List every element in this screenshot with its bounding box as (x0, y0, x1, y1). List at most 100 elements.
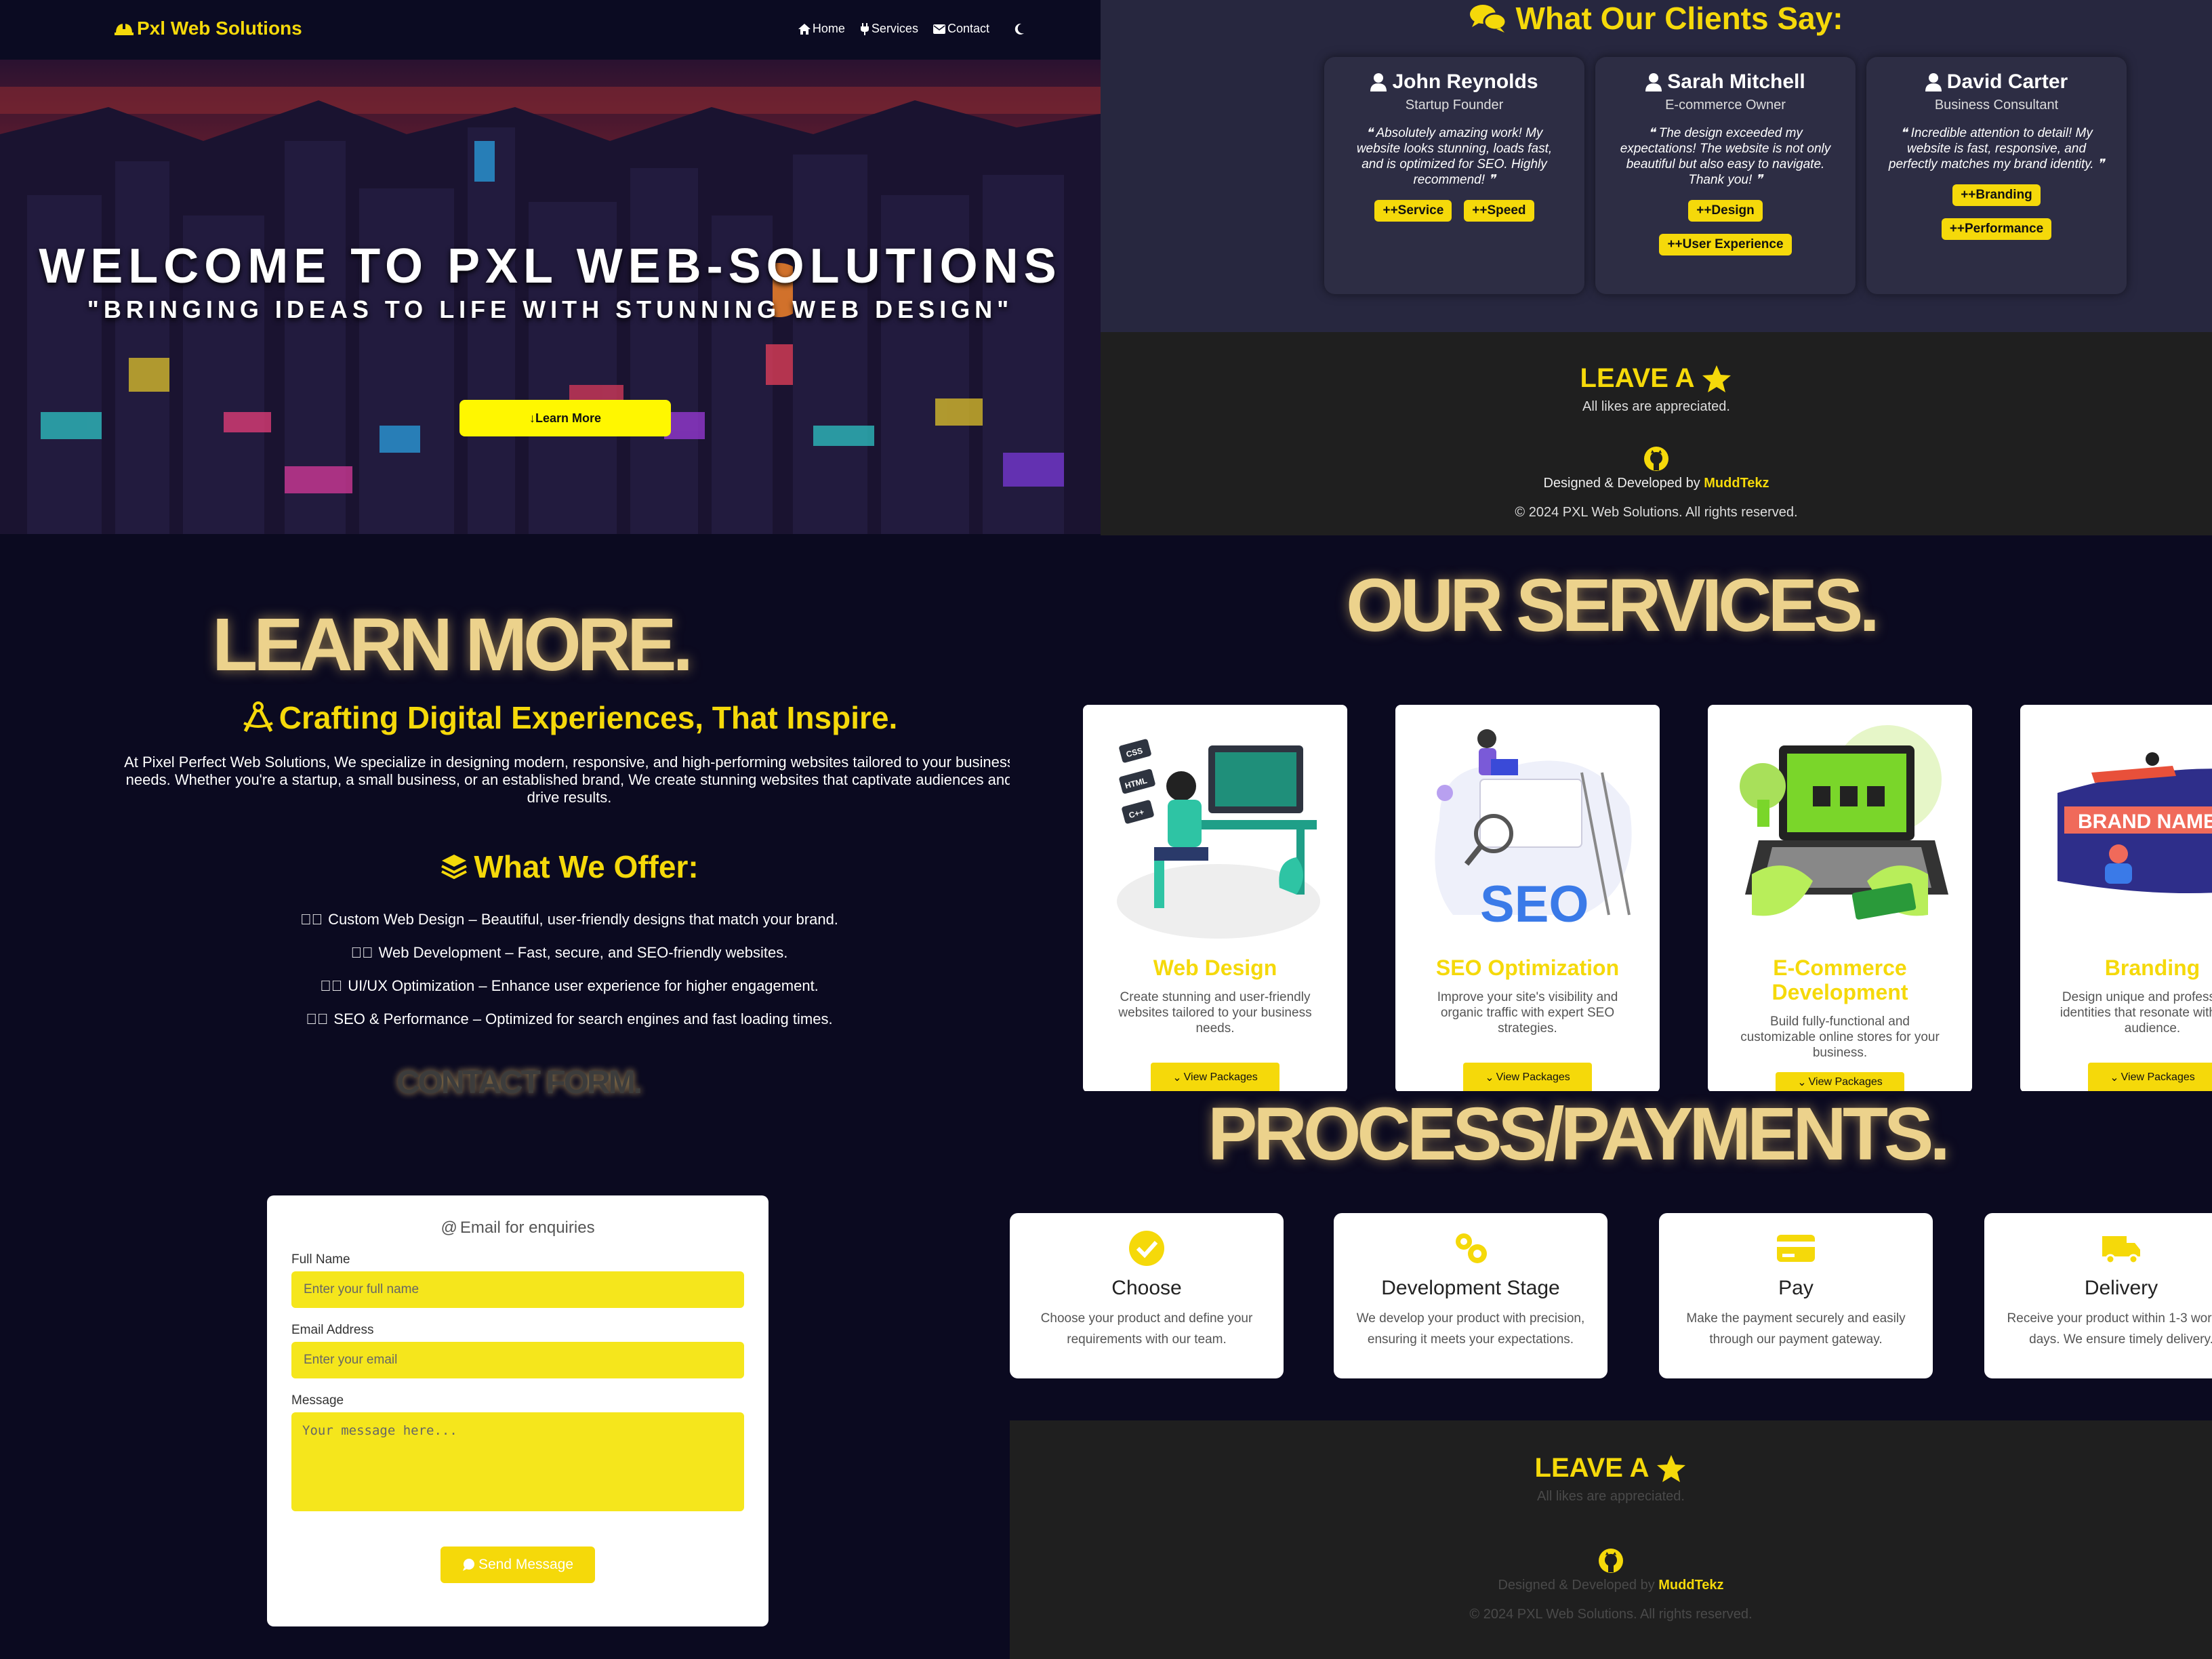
testimonial-role: E-commerce Owner (1665, 98, 1786, 112)
testimonial-tag: ++Branding (1952, 184, 2041, 206)
process-step-desc: Make the payment securely and easily thr… (1686, 1311, 1906, 1347)
nav-services-label: Services (871, 22, 918, 35)
about-paragraph: At Pixel Perfect Web Solutions, We speci… (124, 754, 1010, 806)
chevrons-down-icon: ⌄ (1797, 1077, 1807, 1088)
hero-subtitle: "BRINGING IDEAS TO LIFE WITH STUNNING WE… (87, 295, 1014, 323)
github-icon (1644, 447, 1668, 471)
nav-contact[interactable]: Contact (933, 22, 989, 36)
nav-home-label: Home (812, 22, 845, 35)
list-item: ✓⃝ SEO & Performance – Optimized for sear… (306, 1010, 833, 1027)
full-name-input[interactable]: Enter your full name (291, 1271, 744, 1308)
testimonial-quote: ❝ Absolutely amazing work! My website lo… (1356, 126, 1553, 187)
brand-logo[interactable]: Pxl Web Solutions (114, 18, 302, 39)
message-textarea[interactable]: Your message here... (291, 1412, 744, 1511)
service-desc: Design unique and professional identitie… (2060, 990, 2212, 1036)
service-desc: Improve your site's visibility and organ… (1437, 990, 1618, 1036)
testimonial-tag: ++User Experience (1659, 234, 1792, 255)
process-title: PROCESS/PAYMENTS. (1208, 1092, 1950, 1176)
contact-form-title: CONTACT FORM. (396, 1065, 642, 1101)
gears-icon (1456, 1233, 1487, 1263)
testimonial-card: Sarah Mitchell E-commerce Owner ❝ The de… (1595, 57, 1856, 294)
learn-more-label: Learn More (535, 411, 602, 425)
plug-icon (860, 22, 869, 35)
check-circle-icon: ✓⃝ (350, 943, 373, 961)
footer: LEAVE A All likes are appreciated. Desig… (1101, 332, 2212, 535)
seo-text: SEO (1480, 876, 1589, 933)
process-step-title: Pay (1778, 1277, 1814, 1299)
comments-icon (1470, 5, 1507, 33)
brand-name: Pxl Web Solutions (137, 18, 302, 39)
service-title: SEO Optimization (1435, 956, 1620, 980)
hero-title: WELCOME TO PXL WEB-SOLUTIONS (39, 239, 1062, 293)
view-packages-button[interactable]: ⌄ View Packages (1776, 1072, 1904, 1091)
service-title: Web Design (1153, 956, 1277, 980)
services-section: OUR SERVICES. CSS HTML C++ Web Design Cr… (1010, 535, 2212, 1091)
credit-card-icon (1777, 1235, 1815, 1262)
service-card-seo: SEO SEO Optimization Improve your site's… (1395, 705, 1660, 1091)
nav-services[interactable]: Services (860, 22, 918, 36)
chevrons-down-icon: ⌄ (2110, 1072, 2119, 1084)
view-packages-button[interactable]: ⌄ View Packages (1463, 1063, 1592, 1091)
author-link[interactable]: MuddTekz (1658, 1578, 1723, 1593)
list-item: ✓⃝ UI/UX Optimization – Enhance user expe… (320, 977, 819, 994)
copyright: © 2024 PXL Web Solutions. All rights res… (1515, 505, 1798, 520)
author-link[interactable]: MuddTekz (1704, 476, 1769, 491)
github-link[interactable] (1010, 1548, 2212, 1574)
craft-heading-text: Crafting Digital Experiences, That Inspi… (279, 700, 898, 735)
services-title: OUR SERVICES. (1346, 564, 1880, 647)
email-label: Email Address (291, 1323, 374, 1337)
arrow-down-icon: ↓ (529, 411, 535, 425)
truck-icon (2102, 1236, 2140, 1265)
seo-illustration: SEO (1395, 705, 1660, 956)
contact-form: @ Email for enquiries Full Name Enter you… (267, 1195, 769, 1626)
user-icon (1645, 73, 1662, 91)
leave-label: LEAVE A (1534, 1453, 1650, 1483)
at-icon: @ (441, 1218, 457, 1237)
process-step-desc: We develop your product with precision, … (1356, 1311, 1585, 1347)
learn-more-section: LEARN MORE. Crafting Digital Experiences… (0, 535, 1010, 1659)
process-card-development: Development Stage We develop your produc… (1334, 1213, 1607, 1378)
drafting-compass-icon (243, 701, 273, 733)
testimonial-tag: ++Performance (1941, 218, 2052, 240)
process-step-desc: Choose your product and define your requ… (1040, 1311, 1253, 1347)
envelope-icon (933, 24, 945, 34)
view-packages-button[interactable]: ⌄ View Packages (2088, 1063, 2212, 1091)
leave-a-star[interactable]: LEAVE A (1010, 1453, 2212, 1483)
quote-left-icon: ❝ (1648, 126, 1659, 140)
process-card-delivery: Delivery Receive your product within 1-3… (1984, 1213, 2212, 1378)
chevrons-down-icon: ⌄ (1172, 1072, 1182, 1084)
email-input[interactable]: Enter your email (291, 1342, 744, 1378)
branding-illustration: BRAND NAME (2020, 705, 2212, 956)
star-icon[interactable] (1656, 1454, 1687, 1483)
nav-menu: Home Services Contact (798, 22, 1025, 36)
send-message-button[interactable]: Send Message (441, 1547, 595, 1583)
navbar: Pxl Web Solutions Home Services Contact (0, 0, 1101, 60)
check-circle-icon: ✓⃝ (300, 910, 323, 928)
send-message-label: Send Message (478, 1557, 574, 1572)
quote-left-icon: ❝ (1366, 126, 1376, 140)
offer-heading: What We Offer: (0, 848, 1010, 885)
credit-line: Designed & Developed by MuddTekz (1498, 1578, 1724, 1593)
star-icon[interactable] (1701, 364, 1732, 394)
process-section: PROCESS/PAYMENTS. Choose Choose your pro… (1010, 1091, 2212, 1659)
leave-a-star[interactable]: LEAVE A (1101, 363, 2212, 394)
view-packages-button[interactable]: ⌄ View Packages (1151, 1063, 1279, 1091)
testimonial-quote: ❝ Incredible attention to detail! My web… (1888, 126, 2105, 171)
dark-mode-toggle[interactable] (1014, 23, 1025, 35)
layers-icon (441, 855, 468, 880)
learn-more-button[interactable]: ↓ Learn More (459, 400, 671, 436)
chat-icon (462, 1559, 474, 1571)
message-label: Message (291, 1393, 344, 1408)
ecommerce-illustration (1708, 705, 1972, 956)
nav-home[interactable]: Home (798, 22, 845, 36)
service-desc: Build fully-functional and customizable … (1740, 1015, 1940, 1060)
testimonials-heading: What Our Clients Say: (1101, 0, 2212, 37)
testimonial-quote: ❝ The design exceeded my expectations! T… (1620, 126, 1831, 187)
process-card-pay: Pay Make the payment securely and easily… (1659, 1213, 1933, 1378)
github-link[interactable] (1101, 446, 2212, 472)
service-card-ecommerce: E-Commerce Development Build fully-funct… (1708, 705, 1972, 1091)
testimonial-tag: ++Service (1374, 200, 1452, 222)
testimonials-section: What Our Clients Say: John Reynolds Star… (1101, 0, 2212, 535)
likes-text: All likes are appreciated. (1537, 1489, 1685, 1504)
process-step-desc: Receive your product within 1-3 working … (2007, 1311, 2212, 1347)
